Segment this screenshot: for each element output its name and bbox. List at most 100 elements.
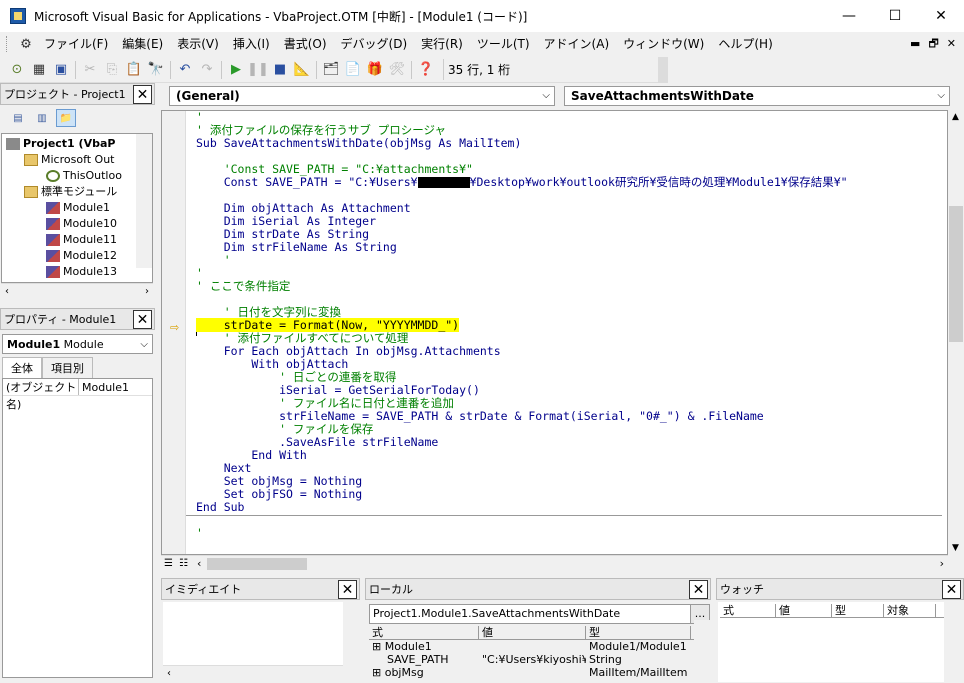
locals-row[interactable]: ⊞ Module1 Module1/Module1	[369, 640, 709, 653]
code-line[interactable]: Dim strFileName As String	[196, 241, 946, 254]
code-line[interactable]: '	[196, 527, 946, 540]
locals-vertical-scrollbar[interactable]	[694, 620, 710, 676]
code-lines[interactable]: ' ' 添付ファイルの保存を行うサブ プロシージャ Sub SaveAttachme…	[196, 111, 946, 540]
view-code-icon[interactable]: ▤	[8, 109, 28, 127]
properties-object-select[interactable]: Module1 Module ⌵	[2, 334, 153, 354]
locals-header-type[interactable]: 型	[586, 626, 691, 639]
code-line[interactable]: End Sub	[196, 501, 946, 514]
paste-icon[interactable]: 📋	[123, 59, 145, 81]
undo-icon[interactable]: ↶	[174, 59, 196, 81]
code-line[interactable]: Sub SaveAttachmentsWithDate(objMsg As Ma…	[196, 137, 946, 150]
minimize-button[interactable]: —	[826, 0, 872, 32]
mdi-close-button[interactable]: ✕	[947, 32, 956, 56]
tree-vertical-scrollbar[interactable]	[136, 134, 152, 268]
properties-close-button[interactable]: ✕	[133, 310, 152, 329]
code-line[interactable]: End With	[196, 449, 946, 462]
help-icon[interactable]: ❓	[415, 59, 437, 81]
save-icon[interactable]: ▣	[50, 59, 72, 81]
property-value[interactable]: Module1	[79, 379, 129, 395]
project-explorer-close-button[interactable]: ✕	[133, 85, 152, 104]
procedure-select[interactable]: SaveAttachmentsWithDate ⌵	[564, 86, 950, 106]
scroll-right-icon[interactable]: ›	[940, 557, 948, 570]
code-editor[interactable]: ⇨ ' ' 添付ファイルの保存を行うサブ プロシージャ Sub SaveAttach…	[161, 110, 948, 555]
watch-header-expression[interactable]: 式	[720, 604, 776, 617]
object-select[interactable]: (General) ⌵	[169, 86, 555, 106]
watch-vertical-scrollbar[interactable]	[947, 602, 963, 682]
code-horizontal-scrollbar[interactable]: ☰ ☷ ‹ ›	[161, 555, 948, 571]
tree-horizontal-scrollbar[interactable]: ‹ ›	[1, 283, 153, 299]
cut-icon[interactable]: ✂	[79, 59, 101, 81]
tab-alphabetic[interactable]: 全体	[2, 357, 42, 378]
locals-row[interactable]: ⊞ objMsg MailItem/MailItem	[369, 666, 709, 679]
expand-icon[interactable]: ⊞	[372, 666, 381, 679]
watch-header-value[interactable]: 値	[776, 604, 832, 617]
menu-help[interactable]: ヘルプ(H)	[711, 33, 779, 55]
copy-icon[interactable]: ⎘	[101, 59, 123, 81]
tree-node-standard-modules[interactable]: 標準モジュール	[24, 184, 117, 200]
vba-menu-icon[interactable]: ⚙	[15, 33, 37, 55]
mdi-minimize-button[interactable]: ▬	[910, 32, 920, 56]
menu-run[interactable]: 実行(R)	[414, 33, 470, 55]
immediate-vertical-scrollbar[interactable]	[343, 602, 359, 666]
toolbox-icon[interactable]: 🛠	[386, 59, 408, 81]
tree-node-module10[interactable]: Module10	[46, 216, 117, 232]
menu-debug[interactable]: デバッグ(D)	[334, 33, 415, 55]
immediate-horizontal-scrollbar[interactable]: ‹	[163, 665, 343, 681]
menu-edit[interactable]: 編集(E)	[115, 33, 170, 55]
locals-header-expression[interactable]: 式	[369, 626, 479, 639]
scroll-left-icon[interactable]: ‹	[191, 557, 207, 570]
menu-addins[interactable]: アドイン(A)	[537, 33, 617, 55]
code-line[interactable]: ' ここで条件指定	[196, 280, 946, 293]
reset-icon[interactable]: ■	[269, 59, 291, 81]
code-line[interactable]: '	[196, 267, 946, 280]
run-icon[interactable]: ▶	[225, 59, 247, 81]
code-line[interactable]: '	[196, 254, 946, 267]
menu-insert[interactable]: 挿入(I)	[226, 33, 277, 55]
tab-categorized[interactable]: 項目別	[42, 357, 93, 378]
code-vertical-scrollbar[interactable]: ▲ ▼	[948, 110, 964, 555]
code-line[interactable]: Const SAVE_PATH = "C:¥Users¥ ¥Desktop¥wor…	[196, 176, 946, 189]
expand-icon[interactable]: ⊞	[372, 640, 381, 653]
mdi-restore-button[interactable]: 🗗	[928, 32, 938, 56]
code-line[interactable]: .SaveAsFile strFileName	[196, 436, 946, 449]
tree-node-module12[interactable]: Module12	[46, 248, 117, 264]
view-object-icon[interactable]: ▥	[32, 109, 52, 127]
toolbar-overflow-button[interactable]	[658, 57, 668, 83]
maximize-button[interactable]: ☐	[872, 0, 918, 32]
scroll-down-icon[interactable]: ▼	[952, 543, 959, 553]
watch-header-context[interactable]: 対象	[884, 604, 936, 617]
tree-node-thisoutlook[interactable]: ThisOutloo	[46, 168, 122, 184]
insert-userform-icon[interactable]: ▦	[28, 59, 50, 81]
menu-format[interactable]: 書式(O)	[277, 33, 334, 55]
menu-file[interactable]: ファイル(F)	[37, 33, 115, 55]
locals-header-value[interactable]: 値	[479, 626, 586, 639]
design-mode-icon[interactable]: 📐	[291, 59, 313, 81]
close-button[interactable]: ✕	[918, 0, 964, 32]
watch-header-type[interactable]: 型	[832, 604, 884, 617]
object-browser-icon[interactable]: 🎁	[364, 59, 386, 81]
tree-node-microsoft-outlook[interactable]: Microsoft Out	[24, 152, 115, 168]
immediate-input[interactable]	[163, 602, 343, 666]
menu-window[interactable]: ウィンドウ(W)	[616, 33, 711, 55]
code-scroll-thumb[interactable]	[949, 206, 963, 342]
full-module-view-icon[interactable]: ☷	[176, 558, 191, 569]
locals-close-button[interactable]: ✕	[689, 580, 708, 599]
code-hscroll-thumb[interactable]	[207, 557, 308, 570]
find-icon[interactable]: 🔭	[145, 59, 167, 81]
properties-window-icon[interactable]: 📄	[342, 59, 364, 81]
tree-node-module13[interactable]: Module13	[46, 264, 117, 280]
tree-node-module11[interactable]: Module11	[46, 232, 117, 248]
property-row[interactable]: (オブジェクト名) Module1	[3, 379, 152, 411]
scroll-up-icon[interactable]: ▲	[952, 112, 959, 122]
menu-tools[interactable]: ツール(T)	[470, 33, 537, 55]
tree-node-module1[interactable]: Module1	[46, 200, 110, 216]
locals-row[interactable]: SAVE_PATH "C:¥Users¥kiyoshi¥[ String	[369, 653, 709, 666]
code-line[interactable]: Set objFSO = Nothing	[196, 488, 946, 501]
toggle-folders-icon[interactable]: 📁	[56, 109, 76, 127]
procedure-view-icon[interactable]: ☰	[161, 558, 176, 569]
tree-node-project1[interactable]: Project1 (VbaP	[6, 136, 115, 152]
watch-close-button[interactable]: ✕	[942, 580, 961, 599]
menu-view[interactable]: 表示(V)	[170, 33, 226, 55]
outlook-view-icon[interactable]: ⊙	[6, 59, 28, 81]
project-explorer-icon[interactable]: 🗂	[320, 59, 342, 81]
